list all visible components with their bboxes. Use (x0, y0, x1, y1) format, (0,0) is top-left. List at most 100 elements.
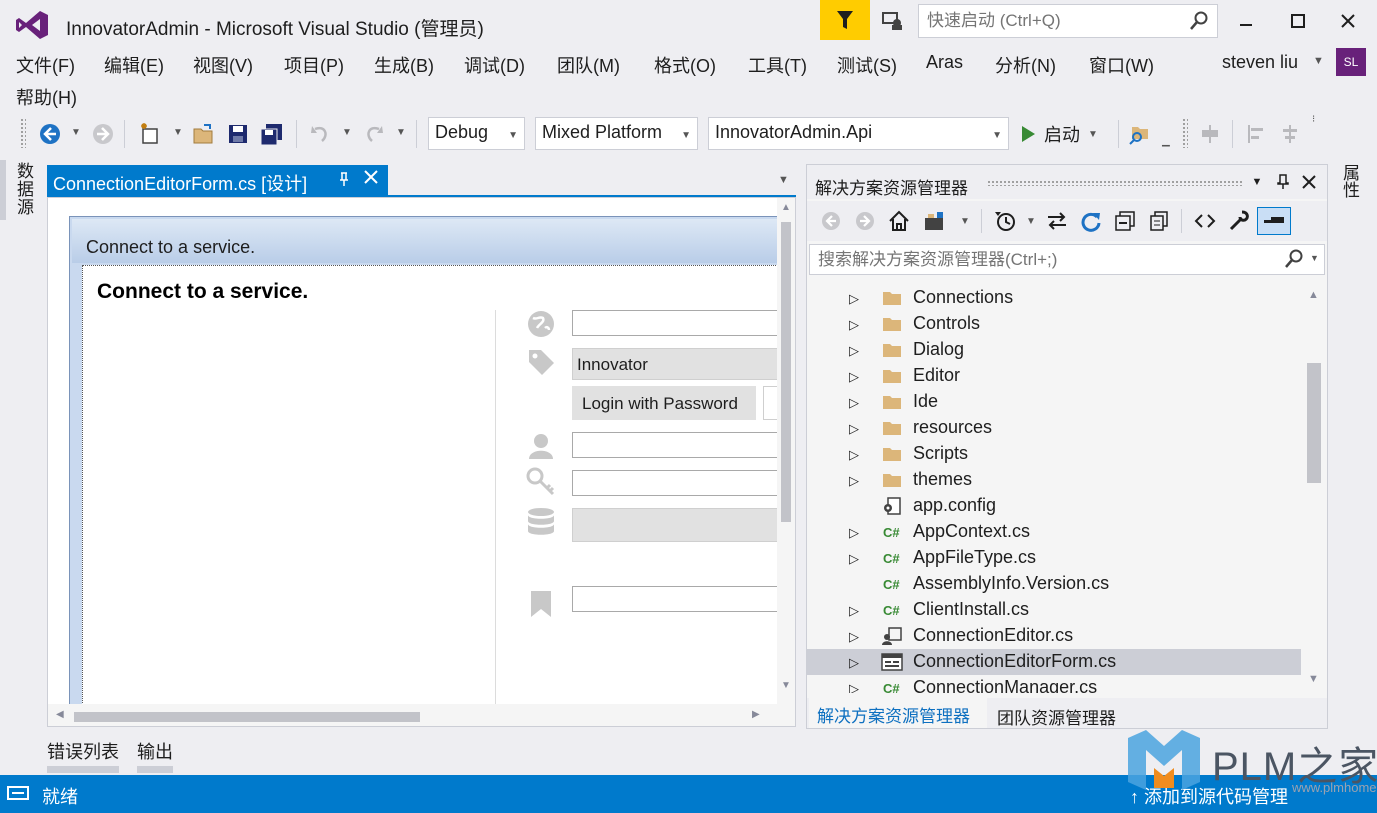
startup-project-combo[interactable]: InnovatorAdmin.Api ▼ (708, 117, 1009, 150)
menu-analyze[interactable]: 分析(N) (995, 50, 1056, 80)
redo-icon[interactable] (360, 120, 388, 148)
quick-launch-box[interactable] (918, 4, 1218, 38)
refresh-icon[interactable] (1077, 207, 1105, 235)
scroll-down-icon[interactable]: ▼ (781, 680, 791, 691)
close-window-button[interactable] (1326, 4, 1370, 38)
quick-launch-input[interactable] (919, 5, 1169, 37)
tree-item[interactable]: ▷ Editor (807, 363, 1301, 389)
chevron-down-icon[interactable]: ▼ (1313, 55, 1324, 67)
tree-item[interactable]: ▷ Dialog (807, 337, 1301, 363)
new-project-icon[interactable] (136, 120, 164, 148)
minimize-button[interactable] (1224, 4, 1268, 38)
tab-connection-editor-form-design[interactable]: ConnectionEditorForm.cs [设计] (47, 165, 388, 196)
chevron-down-icon[interactable]: ▼ (778, 174, 789, 186)
scroll-thumb[interactable] (1307, 363, 1321, 483)
menu-tools[interactable]: 工具(T) (748, 50, 807, 80)
tab-team-explorer[interactable]: 团队资源管理器 (997, 698, 1116, 729)
solution-explorer-search-input[interactable] (810, 245, 1270, 274)
tree-item[interactable]: ▷ Controls (807, 311, 1301, 337)
show-all-files-icon[interactable] (1145, 207, 1173, 235)
chevron-down-icon[interactable]: ▼ (1247, 172, 1267, 192)
expand-arrow-icon[interactable]: ▷ (849, 369, 859, 385)
menu-debug[interactable]: 调试(D) (464, 50, 525, 80)
collapse-all-icon[interactable] (1111, 207, 1139, 235)
start-debugging-button[interactable]: 启动 ▼ (1020, 120, 1098, 148)
menu-project[interactable]: 项目(P) (284, 50, 344, 80)
menu-test[interactable]: 测试(S) (837, 50, 897, 80)
solution-configuration-combo[interactable]: Debug ▼ (428, 117, 525, 150)
tree-item[interactable]: ▷ ConnectionEditor.cs (807, 623, 1301, 649)
form-heading-label[interactable]: Connect to a service. (97, 280, 308, 304)
chevron-down-icon[interactable]: ▼ (1310, 253, 1319, 263)
navigate-forward-icon[interactable] (89, 120, 117, 148)
data-sources-side-tab[interactable]: 数据源 (12, 162, 36, 216)
connection-name-field[interactable] (572, 586, 792, 612)
panel-grip[interactable] (987, 180, 1243, 186)
tree-item[interactable]: ▷ Connections (807, 285, 1301, 311)
preview-selected-items-icon[interactable] (1257, 207, 1291, 235)
tree-item[interactable]: ▷ resources (807, 415, 1301, 441)
menu-build[interactable]: 生成(B) (374, 50, 434, 80)
menu-edit[interactable]: 编辑(E) (104, 50, 164, 80)
scroll-left-icon[interactable]: ◀ (56, 709, 64, 720)
maximize-button[interactable] (1276, 4, 1320, 38)
designer-horizontal-scrollbar[interactable]: ◀ ▶ (48, 704, 795, 726)
tree-item[interactable]: ▷ themes (807, 467, 1301, 493)
view-code-icon[interactable] (1191, 207, 1219, 235)
expand-arrow-icon[interactable]: ▷ (849, 317, 859, 333)
toolbar-grip[interactable] (1182, 118, 1188, 148)
database-select[interactable] (572, 508, 792, 542)
scroll-thumb[interactable] (781, 222, 791, 522)
form-splitter[interactable] (495, 310, 496, 710)
close-icon[interactable] (363, 169, 379, 190)
pin-icon[interactable] (337, 171, 351, 192)
scroll-down-icon[interactable]: ▼ (1308, 673, 1319, 685)
open-file-icon[interactable] (190, 120, 218, 148)
tree-item[interactable]: ▷ C# AppContext.cs (807, 519, 1301, 545)
tree-item[interactable]: ▷ C# AppFileType.cs (807, 545, 1301, 571)
solution-platform-combo[interactable]: Mixed Platform ▼ (535, 117, 698, 150)
password-field[interactable] (572, 470, 792, 496)
expand-arrow-icon[interactable]: ▷ (849, 447, 859, 463)
menu-aras[interactable]: Aras (926, 50, 963, 75)
align-center-icon[interactable] (1196, 120, 1224, 148)
expand-arrow-icon[interactable]: ▷ (849, 291, 859, 307)
expand-arrow-icon[interactable]: ▷ (849, 629, 859, 645)
scroll-thumb[interactable] (74, 712, 420, 722)
chevron-down-icon[interactable]: ▼ (951, 207, 979, 235)
solution-tree[interactable]: ▷ Connections ▷ Controls ▷ Dialog ▷ Editor ▷ Ide ▷… (807, 283, 1307, 693)
expand-arrow-icon[interactable]: ▷ (849, 343, 859, 359)
search-icon[interactable] (1284, 249, 1304, 274)
tree-item[interactable]: ▷ C# ConnectionManager.cs (807, 675, 1301, 693)
pending-changes-filter-icon[interactable] (991, 207, 1019, 235)
connection-type-field[interactable]: Innovator (572, 348, 792, 380)
expand-arrow-icon[interactable]: ▷ (849, 603, 859, 619)
tree-item[interactable]: ▷ C# ClientInstall.cs (807, 597, 1301, 623)
back-icon[interactable] (817, 207, 845, 235)
close-icon[interactable] (1299, 172, 1319, 192)
tree-item[interactable]: app.config (807, 493, 1301, 519)
designed-form-client-area[interactable]: Connect to a service. Innovator Login wi… (82, 265, 793, 715)
align-middle-icon[interactable] (1276, 120, 1304, 148)
chevron-down-icon[interactable]: ▼ (1017, 207, 1045, 235)
switch-views-icon[interactable] (921, 207, 949, 235)
tab-solution-explorer[interactable]: 解决方案资源管理器 (809, 698, 987, 728)
tab-error-list[interactable]: 错误列表 (47, 738, 119, 764)
account-name[interactable]: steven liu (1222, 52, 1298, 73)
toolbar-grip[interactable] (20, 118, 26, 148)
properties-wrench-icon[interactable] (1225, 207, 1253, 235)
menu-format[interactable]: 格式(O) (654, 50, 716, 80)
designer-vertical-scrollbar[interactable]: ▲ ▼ (777, 198, 795, 704)
tree-item[interactable]: C# AssemblyInfo.Version.cs (807, 571, 1301, 597)
form-designer-surface[interactable]: Connect to a service. Connect to a servi… (47, 197, 796, 727)
expand-arrow-icon[interactable]: ▷ (849, 551, 859, 567)
menu-view[interactable]: 视图(V) (193, 50, 253, 80)
chevron-down-icon[interactable]: ▼ (342, 127, 352, 138)
expand-arrow-icon[interactable]: ▷ (849, 525, 859, 541)
align-left-icon[interactable] (1242, 120, 1270, 148)
expand-arrow-icon[interactable]: ▷ (849, 473, 859, 489)
home-icon[interactable] (885, 207, 913, 235)
username-field[interactable] (572, 432, 792, 458)
menu-help[interactable]: 帮助(H) (16, 82, 77, 112)
toolbar-overflow-icon[interactable]: ⁝ (1312, 114, 1315, 125)
